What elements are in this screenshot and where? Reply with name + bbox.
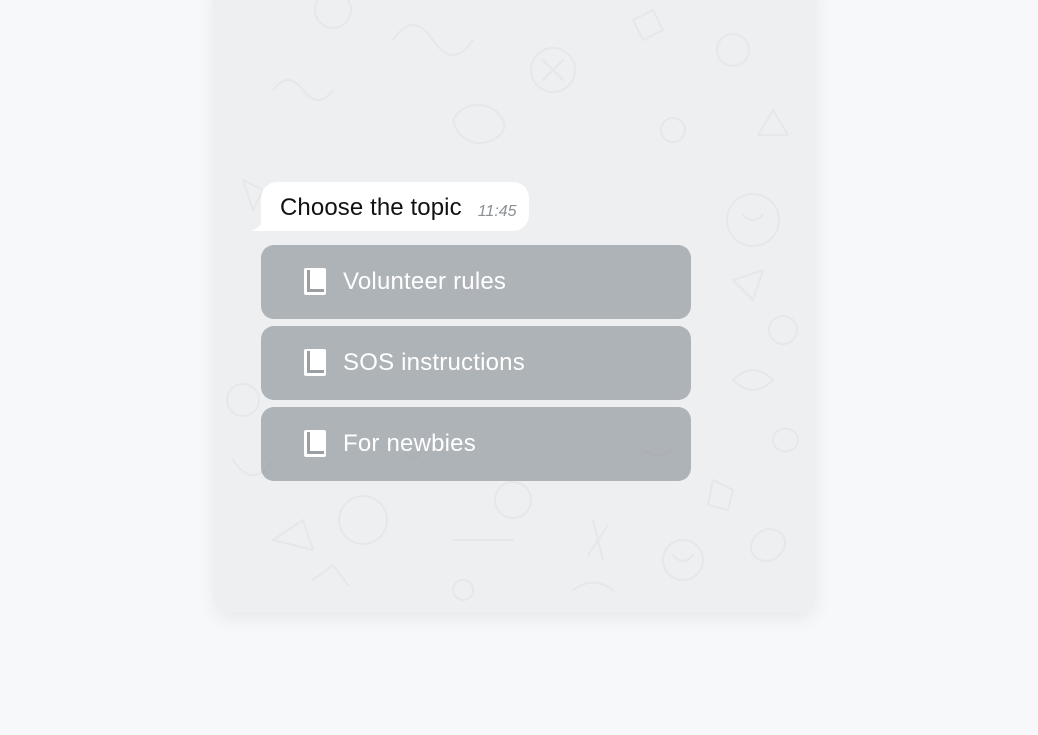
message-bubble: Choose the topic 11:45 <box>251 182 529 231</box>
keyboard-button-label: SOS instructions <box>343 349 525 376</box>
chat-panel: Choose the topic 11:45 Volunteer rules S… <box>213 0 817 612</box>
message-time: 11:45 <box>477 203 517 220</box>
keyboard-button-label: Volunteer rules <box>343 268 507 295</box>
inline-keyboard: Volunteer rules SOS instructions For new… <box>261 245 691 488</box>
bubble-tail <box>251 217 267 231</box>
book-icon <box>304 430 326 457</box>
incoming-message: Choose the topic 11:45 <box>251 182 529 231</box>
page: Choose the topic 11:45 Volunteer rules S… <box>0 0 1038 735</box>
book-icon <box>304 268 326 295</box>
keyboard-button-label: For newbies <box>343 430 476 457</box>
keyboard-button-for-newbies[interactable]: For newbies <box>261 407 691 481</box>
message-text: Choose the topic <box>280 194 462 221</box>
book-icon <box>304 349 326 376</box>
keyboard-button-sos-instructions[interactable]: SOS instructions <box>261 326 691 400</box>
keyboard-button-volunteer-rules[interactable]: Volunteer rules <box>261 245 691 319</box>
